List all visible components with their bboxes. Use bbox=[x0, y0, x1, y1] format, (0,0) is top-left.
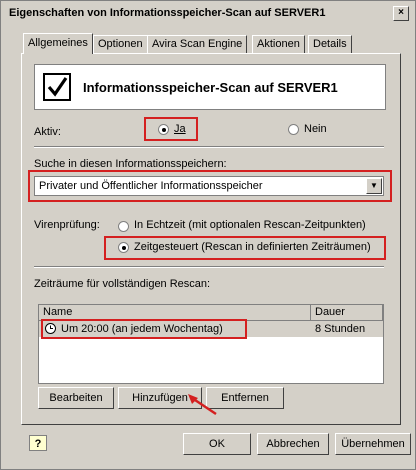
virenpruefung-label: Virenprüfung: bbox=[34, 219, 100, 231]
divider bbox=[34, 146, 384, 148]
tab-avira-scan-engine[interactable]: Avira Scan Engine bbox=[147, 35, 248, 53]
aktiv-label: Aktiv: bbox=[34, 126, 61, 138]
row-dauer: 8 Stunden bbox=[315, 323, 366, 335]
help-icon[interactable]: ? bbox=[29, 435, 47, 451]
highlight-row bbox=[41, 319, 247, 339]
radio-echtzeit-label[interactable]: In Echtzeit (mit optionalen Rescan-Zeitp… bbox=[134, 219, 366, 231]
apply-button[interactable]: Übernehmen bbox=[335, 433, 411, 455]
select-value: Privater und Öffentlicher Informationssp… bbox=[39, 180, 263, 192]
suche-label: Suche in diesen Informationsspeichern: bbox=[34, 158, 227, 170]
chevron-down-icon[interactable]: ▼ bbox=[366, 178, 382, 194]
divider bbox=[34, 266, 384, 268]
radio-zeitgesteuert[interactable] bbox=[118, 242, 129, 253]
cancel-button[interactable]: Abbrechen bbox=[257, 433, 329, 455]
radio-zeitgesteuert-label[interactable]: Zeitgesteuert (Rescan in definierten Zei… bbox=[134, 241, 371, 253]
check-icon bbox=[43, 73, 71, 101]
rescan-list[interactable]: Name Dauer Um 20:00 (an jedem Wochentag)… bbox=[38, 304, 384, 384]
radio-aktiv-nein[interactable] bbox=[288, 124, 299, 135]
tab-aktionen[interactable]: Aktionen bbox=[252, 35, 305, 53]
header-title: Informationsspeicher-Scan auf SERVER1 bbox=[83, 80, 338, 95]
column-dauer[interactable]: Dauer bbox=[311, 305, 383, 320]
column-name[interactable]: Name bbox=[39, 305, 311, 320]
tab-optionen[interactable]: Optionen bbox=[93, 35, 148, 53]
tab-details[interactable]: Details bbox=[308, 35, 352, 53]
close-button[interactable]: × bbox=[393, 6, 409, 21]
header-box: Informationsspeicher-Scan auf SERVER1 bbox=[34, 64, 386, 110]
arrow-annotation-icon bbox=[188, 394, 217, 416]
radio-aktiv-ja[interactable] bbox=[158, 124, 169, 135]
properties-dialog: Eigenschaften von Informationsspeicher-S… bbox=[0, 0, 416, 470]
ok-button[interactable]: OK bbox=[183, 433, 251, 455]
edit-button[interactable]: Bearbeiten bbox=[38, 387, 114, 409]
tab-panel-allgemeines: Informationsspeicher-Scan auf SERVER1 Ak… bbox=[21, 53, 401, 425]
highlight-ja bbox=[144, 117, 198, 141]
radio-aktiv-nein-label[interactable]: Nein bbox=[304, 123, 327, 135]
radio-aktiv-ja-label[interactable]: Ja bbox=[174, 123, 186, 135]
window-title: Eigenschaften von Informationsspeicher-S… bbox=[9, 7, 326, 19]
informationsspeicher-select[interactable]: Privater und Öffentlicher Informationssp… bbox=[34, 176, 384, 196]
zeitraeume-label: Zeiträume für vollständigen Rescan: bbox=[34, 278, 211, 290]
radio-echtzeit[interactable] bbox=[118, 221, 129, 232]
tab-allgemeines[interactable]: Allgemeines bbox=[23, 33, 93, 54]
title-bar: Eigenschaften von Informationsspeicher-S… bbox=[3, 3, 413, 23]
